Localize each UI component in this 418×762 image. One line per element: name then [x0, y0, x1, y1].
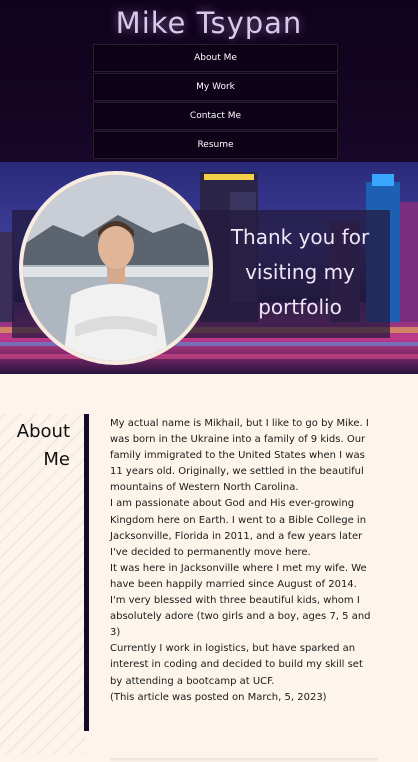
about-paragraph: I'm very blessed with three beautiful ki… — [110, 595, 371, 639]
about-section: About Me My actual name is Mikhail, but … — [0, 374, 418, 762]
main-nav: About Me My Work Contact Me Resume — [93, 44, 338, 160]
profile-photo — [19, 171, 213, 365]
nav-contact-me[interactable]: Contact Me — [93, 102, 338, 130]
next-section-shadow — [110, 758, 378, 762]
hero-message: Thank you for visiting my portfolio — [230, 225, 370, 319]
about-paragraph: Currently I work in logistics, but have … — [110, 643, 363, 687]
about-article: My actual name is Mikhail, but I like to… — [110, 416, 372, 706]
site-header: Mike Tsypan About Me My Work Contact Me … — [0, 0, 418, 162]
site-title: Mike Tsypan — [115, 6, 303, 40]
about-heading-line1: About — [16, 421, 70, 442]
hero-banner: Thank you for visiting my portfolio — [0, 162, 418, 374]
nav-about-me[interactable]: About Me — [93, 44, 338, 72]
post-date-note: (This article was posted on March, 5, 20… — [110, 691, 327, 703]
accent-divider — [84, 414, 89, 731]
nav-my-work[interactable]: My Work — [93, 73, 338, 101]
profile-photo-illustration — [23, 175, 209, 361]
about-heading-line2: Me — [43, 449, 70, 470]
about-heading: About Me — [10, 418, 70, 474]
about-paragraph: It was here in Jacksonville where I met … — [110, 562, 367, 590]
about-paragraph: I am passionate about God and His ever-g… — [110, 498, 367, 558]
nav-resume[interactable]: Resume — [93, 131, 338, 159]
about-paragraph: My actual name is Mikhail, but I like to… — [110, 418, 369, 494]
